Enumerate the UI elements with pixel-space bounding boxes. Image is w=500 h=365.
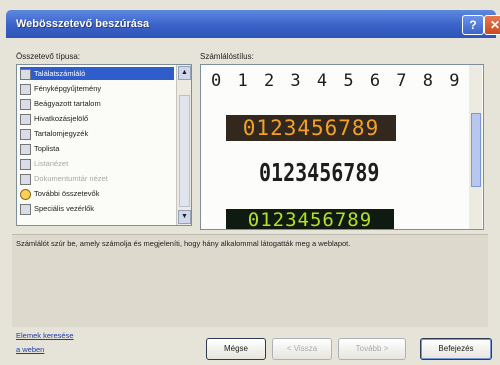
list-item-advanced-controls[interactable]: Speciális vezérlők <box>20 202 174 215</box>
included-content-icon <box>20 98 31 110</box>
component-type-list[interactable]: Találatszámláló Fényképgyűjtemény Beágya… <box>16 64 192 226</box>
list-item-label: Találatszámláló <box>34 69 86 78</box>
link-bar-icon <box>20 113 31 125</box>
photo-gallery-icon <box>20 83 31 95</box>
title-bar[interactable]: Webösszetevő beszúrása ? ✕ <box>6 10 500 38</box>
back-button: < Vissza <box>272 338 332 360</box>
help-button[interactable]: ? <box>462 15 484 35</box>
description-panel: Számlálót szúr be, amely számolja és meg… <box>12 234 488 327</box>
list-item-label: Dokumentumtár nézet <box>34 174 108 183</box>
list-item-label: Toplista <box>34 144 60 153</box>
counter-style-option-condensed[interactable]: 0123456789 <box>259 157 379 187</box>
counter-style-option-lcd[interactable]: 0123456789 <box>226 209 394 229</box>
list-item-photo-gallery[interactable]: Fényképgyűjtemény <box>20 82 174 95</box>
list-item-top-ten-list[interactable]: Toplista <box>20 142 174 155</box>
insert-web-component-dialog: Webösszetevő beszúrása ? ✕ Összetevő típ… <box>0 0 500 365</box>
list-item-hit-counter[interactable]: Találatszámláló <box>20 67 174 80</box>
on-the-web-link[interactable]: a weben <box>16 345 44 354</box>
component-description: Számlálót szúr be, amely számolja és meg… <box>16 239 351 248</box>
find-components-link[interactable]: Elemek keresése <box>16 331 74 340</box>
scrollbar-thumb[interactable] <box>179 95 190 207</box>
counter-style-label: Számlálóstílus: <box>200 52 254 61</box>
counter-style-gallery[interactable]: 0 1 2 3 4 5 6 7 8 9 0123456789 012345678… <box>200 64 484 230</box>
list-item-label: Tartalomjegyzék <box>34 129 89 138</box>
cancel-button[interactable]: Mégse <box>206 338 266 360</box>
advanced-controls-icon <box>20 203 31 215</box>
list-item-list-view: Listanézet <box>20 157 174 170</box>
list-item-table-of-contents[interactable]: Tartalomjegyzék <box>20 127 174 140</box>
list-item-label: Beágyazott tartalom <box>34 99 101 108</box>
list-item-label: Listanézet <box>34 159 69 168</box>
counter-style-option-orange[interactable]: 0123456789 <box>226 115 396 141</box>
list-item-additional-components[interactable]: További összetevők <box>20 187 174 200</box>
top-ten-list-icon <box>20 143 31 155</box>
dialog-title: Webösszetevő beszúrása <box>16 18 150 30</box>
scroll-up-arrow-icon[interactable]: ▲ <box>178 66 191 80</box>
list-item-document-library-view: Dokumentumtár nézet <box>20 172 174 185</box>
close-button[interactable]: ✕ <box>484 15 500 35</box>
document-library-view-icon <box>20 173 31 185</box>
table-of-contents-icon <box>20 128 31 140</box>
hit-counter-icon <box>20 68 31 80</box>
counter-style-option-plain[interactable]: 0 1 2 3 4 5 6 7 8 9 <box>211 71 462 91</box>
counter-style-scrollbar-thumb[interactable] <box>471 113 481 187</box>
list-item-link-bar[interactable]: Hivatkozásjelölő <box>20 112 174 125</box>
list-item-label: További összetevők <box>34 189 100 198</box>
finish-button[interactable]: Befejezés <box>420 338 492 360</box>
list-item-label: Speciális vezérlők <box>34 204 95 213</box>
scroll-down-arrow-icon[interactable]: ▼ <box>178 210 191 224</box>
next-button: Tovább > <box>338 338 406 360</box>
list-item-label: Fényképgyűjtemény <box>34 84 102 93</box>
list-item-included-content[interactable]: Beágyazott tartalom <box>20 97 174 110</box>
component-list-scrollbar[interactable]: ▲ ▼ <box>176 65 191 225</box>
list-view-icon <box>20 158 31 170</box>
counter-style-scrollbar[interactable] <box>469 65 482 229</box>
list-item-label: Hivatkozásjelölő <box>34 114 89 123</box>
component-type-label: Összetevő típusa: <box>16 52 81 61</box>
additional-components-icon <box>20 188 31 200</box>
